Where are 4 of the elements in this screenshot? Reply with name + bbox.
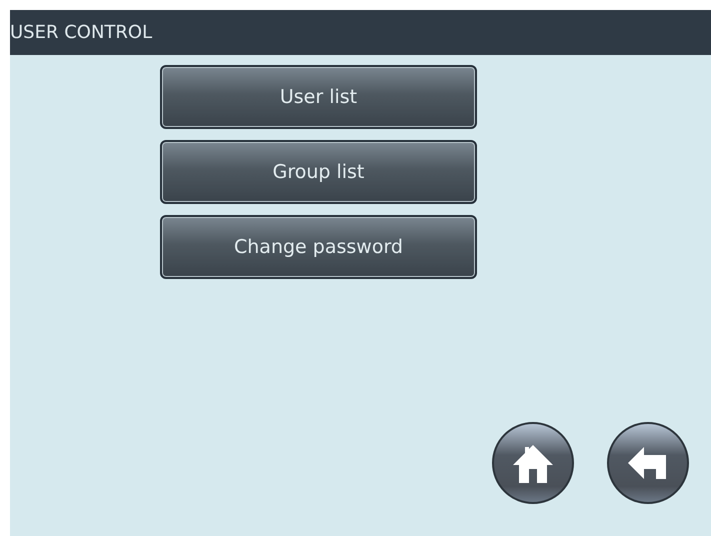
window-title: USER CONTROL <box>10 21 152 45</box>
menu-button[interactable]: Group list <box>160 140 477 204</box>
menu-button[interactable]: Change password <box>160 215 477 279</box>
menu-button[interactable]: User list <box>160 65 477 129</box>
